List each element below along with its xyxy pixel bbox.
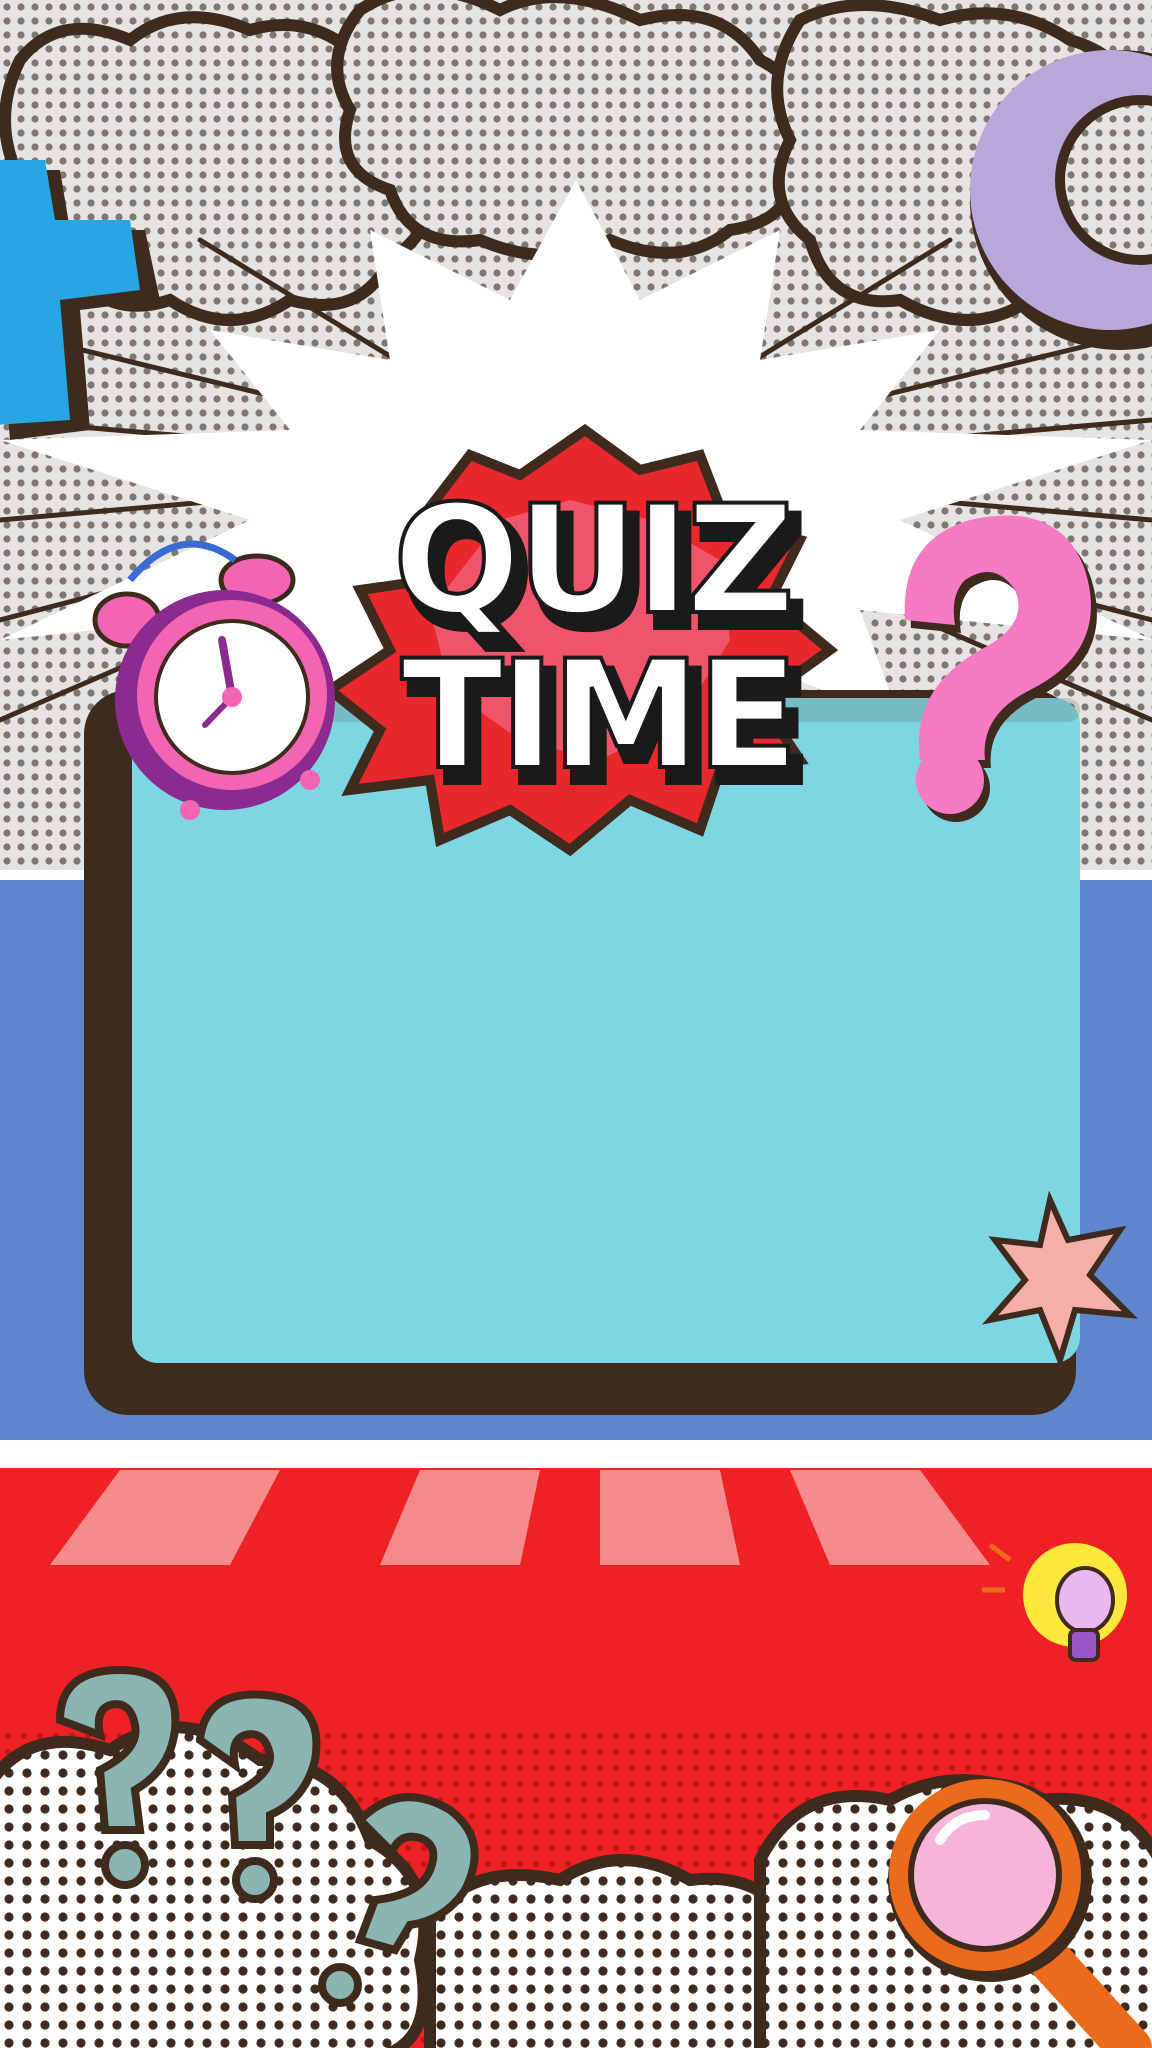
quiz-poster: QUIZ QUIZ TIME TIME xyxy=(0,0,1152,2048)
title-line-1: QUIZ xyxy=(393,474,791,648)
title-line-2: TIME xyxy=(401,629,795,803)
stripes xyxy=(50,1470,990,1565)
title: QUIZ QUIZ TIME TIME xyxy=(391,472,814,821)
white-divider xyxy=(0,1440,1152,1468)
